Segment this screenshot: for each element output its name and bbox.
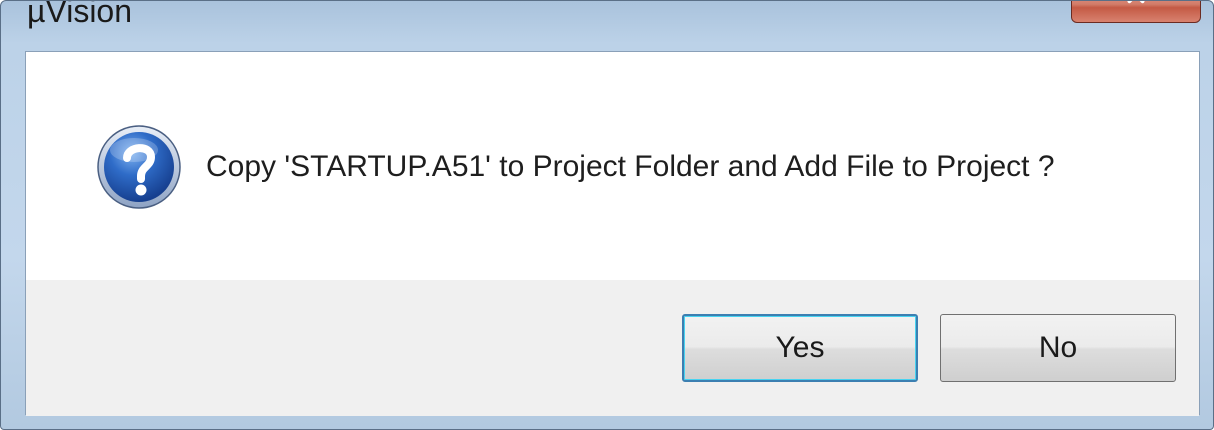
question-icon [97, 125, 181, 209]
dialog-client-area: Copy 'STARTUP.A51' to Project Folder and… [25, 51, 1200, 416]
button-row: Yes No [26, 280, 1199, 416]
message-area: Copy 'STARTUP.A51' to Project Folder and… [26, 52, 1199, 280]
close-button[interactable] [1071, 1, 1201, 23]
no-button[interactable]: No [940, 314, 1176, 382]
title-bar[interactable]: µVision [1, 1, 1213, 51]
dialog-window: µVision Copy 'STARTUP.A51' to Project Fo… [0, 0, 1214, 430]
message-text: Copy 'STARTUP.A51' to Project Folder and… [206, 150, 1055, 183]
yes-button[interactable]: Yes [682, 314, 918, 382]
window-title: µVision [27, 0, 133, 29]
close-icon [1127, 1, 1145, 4]
